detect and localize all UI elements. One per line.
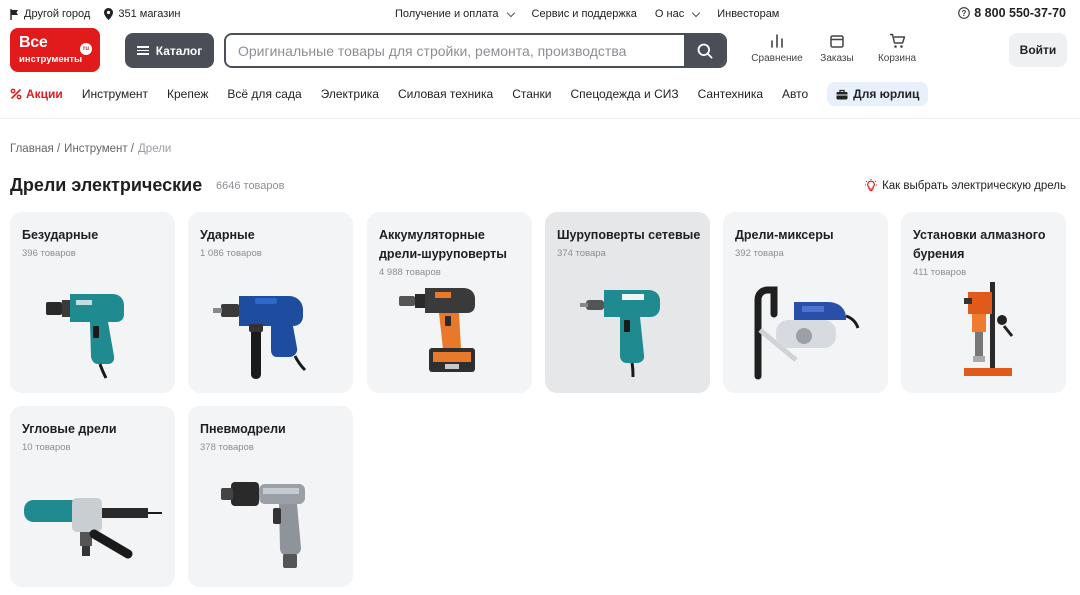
search-icon	[697, 43, 712, 58]
category-count: 378 товаров	[200, 442, 254, 453]
phone-number: 8 800 550-37-70	[974, 6, 1066, 20]
compare-label: Сравнение	[751, 53, 803, 64]
nav-item-garden[interactable]: Всё для сада	[227, 87, 301, 101]
flag-icon	[10, 8, 18, 20]
breadcrumb: Главная / Инструмент / Дрели	[10, 143, 171, 155]
category-card-angle-drills[interactable]: Угловые дрели 10 товаров	[10, 406, 175, 587]
cart-label: Корзина	[877, 53, 917, 64]
category-name: Аккумуляторные дрели-шуруповерты	[379, 228, 507, 261]
chevron-down-icon	[506, 8, 515, 17]
briefcase-icon	[836, 89, 848, 99]
how-to-choose-label: Как выбрать электрическую дрель	[882, 179, 1066, 192]
service-support-link[interactable]: Сервис и поддержка	[532, 8, 637, 20]
delivery-payment-label: Получение и оплата	[395, 8, 499, 20]
category-card-impact[interactable]: Ударные 1 086 товаров	[188, 212, 353, 393]
category-card-corded-screwdrivers[interactable]: Шуруповерты сетевые 374 товара	[545, 212, 710, 393]
search-input[interactable]	[226, 35, 686, 66]
how-to-choose-link[interactable]: Как выбрать электрическую дрель	[865, 179, 1066, 192]
logo-text-bottom: инструменты	[19, 54, 83, 65]
nav-item-power-equipment[interactable]: Силовая техника	[398, 87, 493, 101]
lightbulb-icon	[865, 179, 878, 192]
category-count: 396 товаров	[22, 248, 76, 259]
login-label: Войти	[1019, 43, 1057, 57]
drill-mixer-icon	[723, 275, 888, 385]
catalog-label: Каталог	[155, 43, 203, 58]
nav-item-electrics[interactable]: Электрика	[321, 87, 379, 101]
category-count: 374 товара	[557, 248, 606, 259]
drill-blue-icon	[188, 275, 353, 385]
nav-sale-label: Акции	[26, 87, 63, 101]
bar-chart-icon	[771, 34, 783, 48]
catalog-button[interactable]: Каталог	[125, 33, 214, 68]
category-count: 1 086 товаров	[200, 248, 262, 259]
category-card-pneumatic[interactable]: Пневмодрели 378 товаров	[188, 406, 353, 587]
logo-ru-badge: ru	[80, 43, 92, 55]
nav-item-tools[interactable]: Инструмент	[82, 87, 148, 101]
core-drill-rig-icon	[901, 275, 1066, 385]
breadcrumb-tools[interactable]: Инструмент /	[64, 143, 134, 155]
category-name: Пневмодрели	[200, 422, 286, 436]
search-button[interactable]	[684, 35, 725, 66]
box-icon	[830, 35, 844, 48]
breadcrumb-current: Дрели	[138, 143, 172, 155]
product-count: 6646 товаров	[216, 180, 285, 192]
nav-item-fasteners[interactable]: Крепеж	[167, 87, 208, 101]
cordless-drill-orange-icon	[367, 275, 532, 385]
nav-item-auto[interactable]: Авто	[782, 87, 808, 101]
header-divider	[0, 118, 1080, 119]
logo-text-top: Все	[19, 34, 48, 51]
category-name: Шуруповерты сетевые	[557, 228, 701, 242]
category-name: Угловые дрели	[22, 422, 117, 436]
breadcrumb-home[interactable]: Главная /	[10, 143, 60, 155]
menu-icon	[136, 46, 149, 55]
svg-text:?: ?	[962, 9, 967, 18]
category-card-mixers[interactable]: Дрели-миксеры 392 товара	[723, 212, 888, 393]
nav-business-label: Для юрлиц	[853, 87, 920, 101]
delivery-payment-link[interactable]: Получение и оплата	[395, 8, 515, 20]
category-count: 392 товара	[735, 248, 784, 259]
search-bar	[224, 33, 727, 68]
category-name: Дрели-миксеры	[735, 228, 834, 242]
nav-item-machines[interactable]: Станки	[512, 87, 551, 101]
investors-link[interactable]: Инвесторам	[717, 8, 779, 20]
login-button[interactable]: Войти	[1009, 33, 1067, 67]
phone-link[interactable]: ? 8 800 550-37-70	[958, 6, 1066, 20]
orders-label: Заказы	[820, 53, 854, 64]
map-pin-icon	[104, 8, 114, 20]
help-circle-icon: ?	[958, 7, 971, 19]
nav-item-workwear[interactable]: Спецодежда и СИЗ	[570, 87, 678, 101]
angle-drill-icon	[10, 469, 175, 579]
compare-button[interactable]: Сравнение	[748, 33, 806, 64]
cart-icon	[889, 33, 905, 48]
site-logo[interactable]: Все инструменты ru	[10, 28, 100, 72]
pneumatic-drill-icon	[188, 469, 353, 579]
nav-item-plumbing[interactable]: Сантехника	[698, 87, 763, 101]
category-count: 10 товаров	[22, 442, 71, 453]
stores-label: 351 магазин	[118, 8, 181, 20]
stores-link[interactable]: 351 магазин	[104, 8, 180, 20]
category-name: Установки алмазного бурения	[913, 228, 1046, 261]
about-label: О нас	[654, 8, 685, 20]
page-title: Дрели электрические	[10, 175, 203, 195]
category-name: Ударные	[200, 228, 255, 242]
category-card-cordless[interactable]: Аккумуляторные дрели-шуруповерты 4 988 т…	[367, 212, 532, 393]
city-selector[interactable]: Другой город	[10, 8, 90, 20]
drill-teal-icon	[10, 275, 175, 385]
investors-label: Инвесторам	[717, 8, 780, 20]
nav-item-sale[interactable]: Акции	[10, 87, 63, 101]
top-utility-bar: Другой город 351 магазин Получение и опл…	[0, 0, 1080, 28]
percent-icon	[10, 88, 22, 100]
cart-button[interactable]: Корзина	[868, 33, 926, 64]
city-label: Другой город	[24, 8, 91, 20]
service-support-label: Сервис и поддержка	[531, 8, 637, 20]
category-name: Безударные	[22, 228, 99, 242]
impact-driver-teal-icon	[545, 275, 710, 385]
category-nav: Акции Инструмент Крепеж Всё для сада Эле…	[10, 81, 947, 107]
chevron-down-icon	[691, 8, 701, 17]
about-link[interactable]: О нас	[654, 8, 701, 20]
category-card-diamond-drilling[interactable]: Установки алмазного бурения 411 товаров	[901, 212, 1066, 393]
category-card-non-impact[interactable]: Безударные 396 товаров	[10, 212, 175, 393]
orders-button[interactable]: Заказы	[808, 33, 866, 64]
nav-item-business[interactable]: Для юрлиц	[827, 82, 929, 106]
